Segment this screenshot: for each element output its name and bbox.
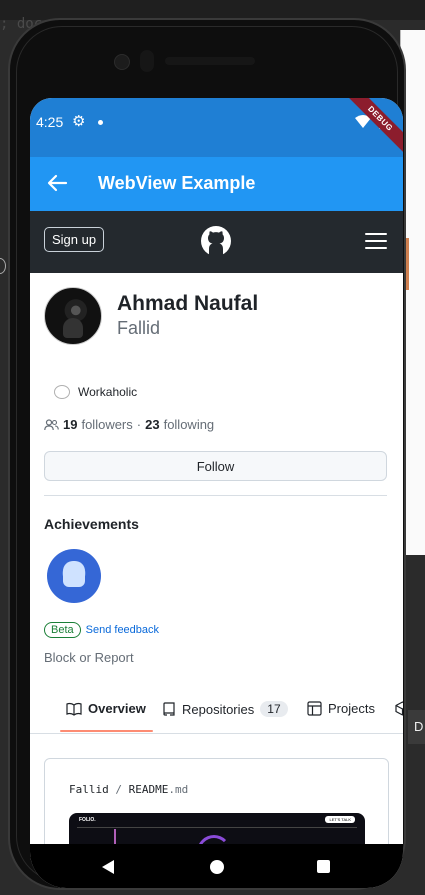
package-icon xyxy=(395,701,403,716)
app-bar: WebView Example xyxy=(30,157,403,211)
status-text: Workaholic xyxy=(78,385,138,399)
tab-repositories[interactable]: Repositories 17 xyxy=(162,701,288,717)
tab-projects-label: Projects xyxy=(328,701,375,716)
readme-slash: / xyxy=(115,783,122,796)
ide-top-strip xyxy=(0,0,425,20)
readme-file: README xyxy=(128,783,169,796)
follow-separator: · xyxy=(136,417,142,432)
active-tab-underline xyxy=(60,730,153,732)
earpiece-speaker xyxy=(165,57,255,65)
people-icon xyxy=(44,418,59,430)
settings-gear-icon: ⚙ xyxy=(72,113,86,130)
hamburger-menu-icon[interactable] xyxy=(365,233,387,249)
android-nav-bar xyxy=(30,844,403,888)
achievement-badge[interactable] xyxy=(47,549,101,603)
profile-login: Fallid xyxy=(117,318,161,338)
readme-path[interactable]: Fallid / README.md xyxy=(69,783,188,796)
avatar[interactable] xyxy=(44,287,102,345)
user-status[interactable]: Workaholic xyxy=(54,385,137,399)
book-icon xyxy=(66,702,82,716)
ide-right-marker xyxy=(406,238,409,290)
followers-label[interactable]: followers xyxy=(81,417,132,432)
follow-button[interactable]: Follow xyxy=(44,451,387,481)
preview-stroke xyxy=(114,829,116,844)
profile-name: Ahmad Naufal xyxy=(117,292,259,315)
nav-home-icon[interactable] xyxy=(210,860,224,874)
tab-repositories-label: Repositories xyxy=(182,701,255,717)
github-header: Sign up xyxy=(30,211,403,273)
preview-arc xyxy=(197,835,231,844)
follow-stats: 19 followers · 23 following xyxy=(44,417,214,432)
status-chat-icon xyxy=(54,385,70,399)
following-count[interactable]: 23 xyxy=(145,417,159,432)
status-time: 4:25 xyxy=(36,114,64,130)
app-title: WebView Example xyxy=(98,173,256,193)
proximity-sensor xyxy=(140,50,154,72)
phone-screen: 4:25 ⚙ DEBUG WebView Example Sign up Ahm… xyxy=(30,98,403,888)
divider xyxy=(44,495,387,496)
repo-icon xyxy=(163,701,175,716)
ide-right-tab[interactable]: D xyxy=(408,710,425,744)
nav-back-icon[interactable] xyxy=(102,860,114,874)
beta-feedback-row: Beta Send feedback xyxy=(44,622,159,638)
beta-label: Beta xyxy=(44,622,81,638)
github-logo-icon[interactable] xyxy=(200,225,232,257)
followers-count[interactable]: 19 xyxy=(63,417,77,432)
status-bar: 4:25 ⚙ DEBUG xyxy=(30,98,403,157)
tab-packages[interactable] xyxy=(395,701,403,716)
preview-divider xyxy=(77,827,357,828)
phone-frame: 4:25 ⚙ DEBUG WebView Example Sign up Ahm… xyxy=(8,18,406,890)
notification-dot-icon xyxy=(98,120,103,125)
nav-recents-icon[interactable] xyxy=(317,860,330,873)
block-report-link[interactable]: Block or Report xyxy=(44,650,134,665)
back-arrow-icon[interactable] xyxy=(46,172,68,194)
send-feedback-link[interactable]: Send feedback xyxy=(86,624,159,636)
project-table-icon xyxy=(307,701,322,716)
readme-ext: .md xyxy=(168,783,189,796)
tab-overview[interactable]: Overview xyxy=(66,701,146,716)
following-label[interactable]: following xyxy=(164,417,215,432)
ide-left-handle xyxy=(0,258,6,274)
front-camera xyxy=(114,54,130,70)
tab-overview-label: Overview xyxy=(88,701,146,716)
profile-tabs: Overview Repositories 17 Projects xyxy=(30,683,403,734)
sign-up-button[interactable]: Sign up xyxy=(44,227,105,252)
readme-banner-image: FOLIO. LET'S TALK xyxy=(69,813,365,844)
profile-content: Ahmad Naufal Fallid Workaholic 19 follow… xyxy=(30,273,403,844)
readme-card: Fallid / README.md FOLIO. LET'S TALK xyxy=(44,758,389,844)
achievements-title: Achievements xyxy=(44,516,139,532)
tab-projects[interactable]: Projects xyxy=(307,701,375,716)
preview-logo: FOLIO. xyxy=(79,817,96,823)
readme-owner: Fallid xyxy=(69,783,109,796)
preview-button: LET'S TALK xyxy=(325,816,355,823)
repositories-count-badge: 17 xyxy=(260,701,288,717)
